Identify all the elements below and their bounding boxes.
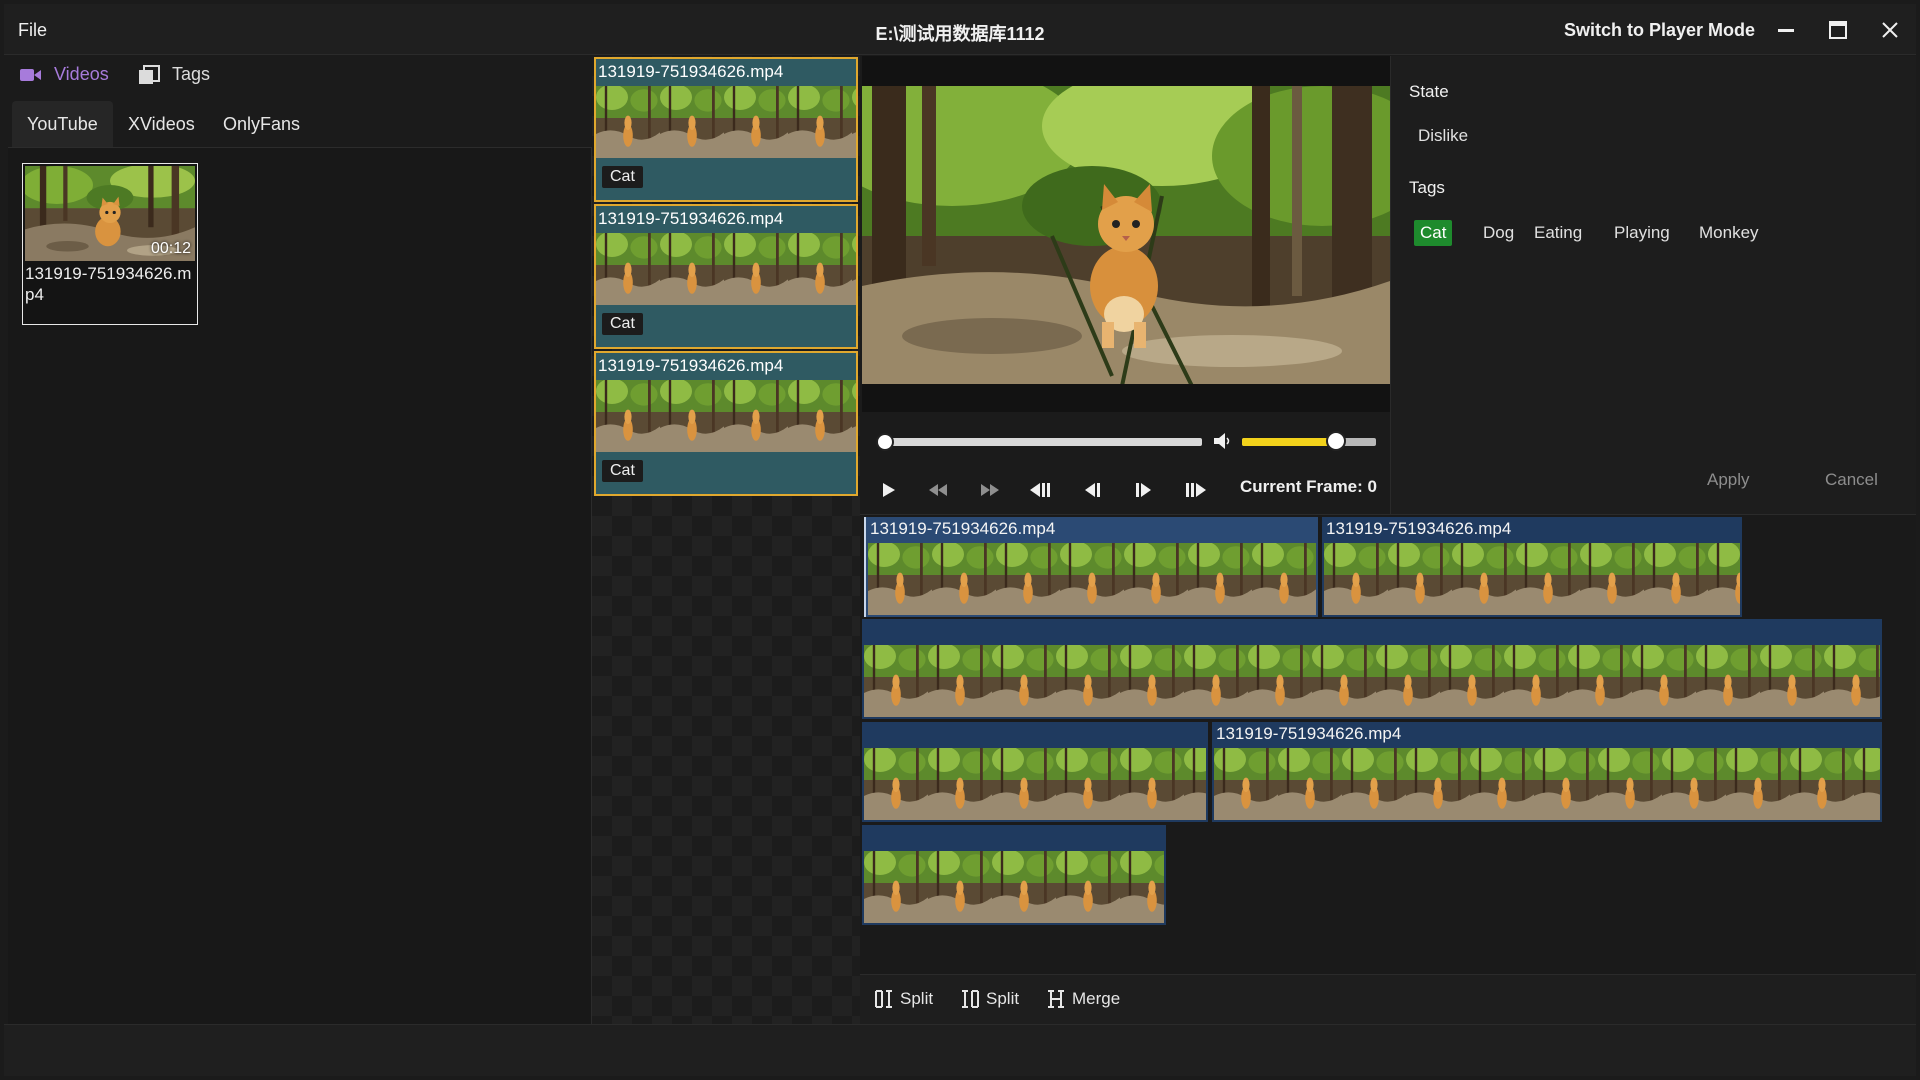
next-frame-icon: [1136, 483, 1151, 497]
split-left-label: Split: [900, 989, 934, 1008]
play-button[interactable]: [872, 476, 904, 504]
segment-filmstrip: [864, 748, 1206, 820]
segment-filmstrip: [864, 645, 1880, 717]
volume-handle[interactable]: [1326, 431, 1346, 451]
state-heading: State: [1409, 82, 1449, 101]
title-bar: File E:\测试用数据库1112 Switch to Player Mode: [4, 4, 1916, 55]
letterbox-bottom: [862, 384, 1390, 412]
split-right-icon: [962, 990, 979, 1008]
library-panel: Videos Tags YouTube XVideos OnlyFans 00:…: [4, 56, 592, 1024]
clip-card[interactable]: 131919-751934626.mp4 Cat: [594, 57, 858, 202]
clip-card[interactable]: 131919-751934626.mp4 Cat: [594, 351, 858, 496]
tag-chip-cat[interactable]: Cat: [1414, 220, 1453, 246]
first-frame-button[interactable]: [1024, 476, 1056, 504]
merge-icon: [1048, 990, 1064, 1008]
letterbox-top: [862, 56, 1390, 86]
clip-info-panel: State Dislike Tags Cat Dog Eating Playin…: [1390, 56, 1916, 514]
clip-thumbnail-strip: [596, 233, 856, 305]
close-button[interactable]: [1870, 12, 1910, 48]
cancel-button[interactable]: Cancel: [1825, 470, 1878, 490]
split-right-button[interactable]: Split: [960, 989, 1019, 1009]
clip-filename: 131919-751934626.mp4: [598, 356, 784, 375]
segment-filmstrip: [868, 543, 1316, 615]
fast-forward-icon: [981, 484, 999, 496]
volume-icon[interactable]: [1212, 429, 1232, 453]
tag-chip-playing[interactable]: Playing: [1608, 220, 1676, 246]
split-left-button[interactable]: Split: [874, 989, 933, 1009]
apply-button[interactable]: Apply: [1707, 470, 1750, 490]
clip-list: 131919-751934626.mp4 Cat 131919-75193462…: [592, 56, 860, 1024]
maximize-icon: [1829, 21, 1847, 39]
tag-chip-dog[interactable]: Dog: [1477, 220, 1520, 246]
split-right-label: Split: [986, 989, 1020, 1008]
merge-label: Merge: [1072, 989, 1121, 1008]
segment-label: 131919-751934626.mp4: [1326, 519, 1512, 538]
previous-frame-icon: [1085, 483, 1100, 497]
clip-card[interactable]: 131919-751934626.mp4 Cat: [594, 204, 858, 349]
first-frame-icon: [1030, 483, 1050, 497]
video-player: Current Frame: 0: [860, 56, 1390, 514]
play-icon: [883, 483, 895, 497]
nav-tags-label: Tags: [172, 64, 211, 84]
seek-slider[interactable]: [884, 438, 1202, 446]
tab-onlyfans[interactable]: OnlyFans: [208, 101, 315, 147]
timeline-segment[interactable]: [862, 619, 1882, 719]
tags-stack-icon: [139, 64, 160, 84]
segment-label: 131919-751934626.mp4: [1216, 724, 1402, 743]
video-frame[interactable]: [862, 86, 1390, 384]
clip-thumbnail-strip: [596, 380, 856, 452]
tags-heading: Tags: [1409, 178, 1445, 197]
clip-tag: Cat: [602, 166, 643, 188]
tag-chip-monkey[interactable]: Monkey: [1693, 220, 1765, 246]
current-frame-readout: Current Frame: 0: [1240, 477, 1377, 496]
rewind-button[interactable]: [922, 476, 954, 504]
timeline-segment[interactable]: 131919-751934626.mp4: [1322, 517, 1742, 617]
video-card[interactable]: 00:12 131919-751934626.mp4: [22, 163, 198, 325]
state-option-dislike[interactable]: Dislike: [1418, 126, 1468, 146]
video-filename: 131919-751934626.mp4: [25, 264, 192, 304]
segment-filmstrip: [1214, 748, 1880, 820]
timeline-segment[interactable]: 131919-751934626.mp4: [864, 517, 1318, 617]
tag-chip-eating[interactable]: Eating: [1528, 220, 1588, 246]
timeline: 131919-751934626.mp4 131919-751934626.mp…: [860, 514, 1916, 974]
tab-xvideos[interactable]: XVideos: [113, 101, 210, 147]
timeline-segment[interactable]: 131919-751934626.mp4: [1212, 722, 1882, 822]
seek-handle[interactable]: [876, 433, 894, 451]
timeline-segment[interactable]: [862, 722, 1208, 822]
video-camera-icon: [20, 68, 41, 81]
nav-videos-label: Videos: [54, 64, 109, 84]
nav-tags[interactable]: Tags: [138, 64, 210, 85]
timeline-toolbar: Split Split Merge: [860, 974, 1916, 1024]
last-frame-icon: [1186, 483, 1206, 497]
minimize-button[interactable]: [1766, 12, 1806, 48]
maximize-button[interactable]: [1818, 12, 1858, 48]
segment-label: 131919-751934626.mp4: [870, 519, 1056, 538]
clip-filename: 131919-751934626.mp4: [598, 62, 784, 81]
volume-fill: [1242, 438, 1336, 446]
fast-forward-button[interactable]: [974, 476, 1006, 504]
rewind-icon: [929, 484, 947, 496]
clip-tag: Cat: [602, 460, 643, 482]
merge-button[interactable]: Merge: [1046, 989, 1120, 1009]
menu-file[interactable]: File: [18, 20, 47, 41]
timeline-segment[interactable]: [862, 825, 1166, 925]
segment-filmstrip: [864, 851, 1164, 923]
volume-slider[interactable]: [1242, 438, 1376, 446]
clip-tag: Cat: [602, 313, 643, 335]
clip-thumbnail-strip: [596, 86, 856, 158]
status-bar: [4, 1024, 1916, 1076]
video-duration: 00:12: [150, 240, 191, 257]
switch-to-player-mode-button[interactable]: Switch to Player Mode: [1564, 20, 1755, 41]
close-icon: [1882, 22, 1898, 38]
split-left-icon: [875, 990, 892, 1008]
next-frame-button[interactable]: [1128, 476, 1160, 504]
clip-filename: 131919-751934626.mp4: [598, 209, 784, 228]
last-frame-button[interactable]: [1180, 476, 1212, 504]
previous-frame-button[interactable]: [1076, 476, 1108, 504]
tab-youtube[interactable]: YouTube: [12, 101, 113, 147]
minimize-icon: [1778, 29, 1794, 32]
nav-videos[interactable]: Videos: [20, 64, 109, 85]
segment-filmstrip: [1324, 543, 1740, 615]
